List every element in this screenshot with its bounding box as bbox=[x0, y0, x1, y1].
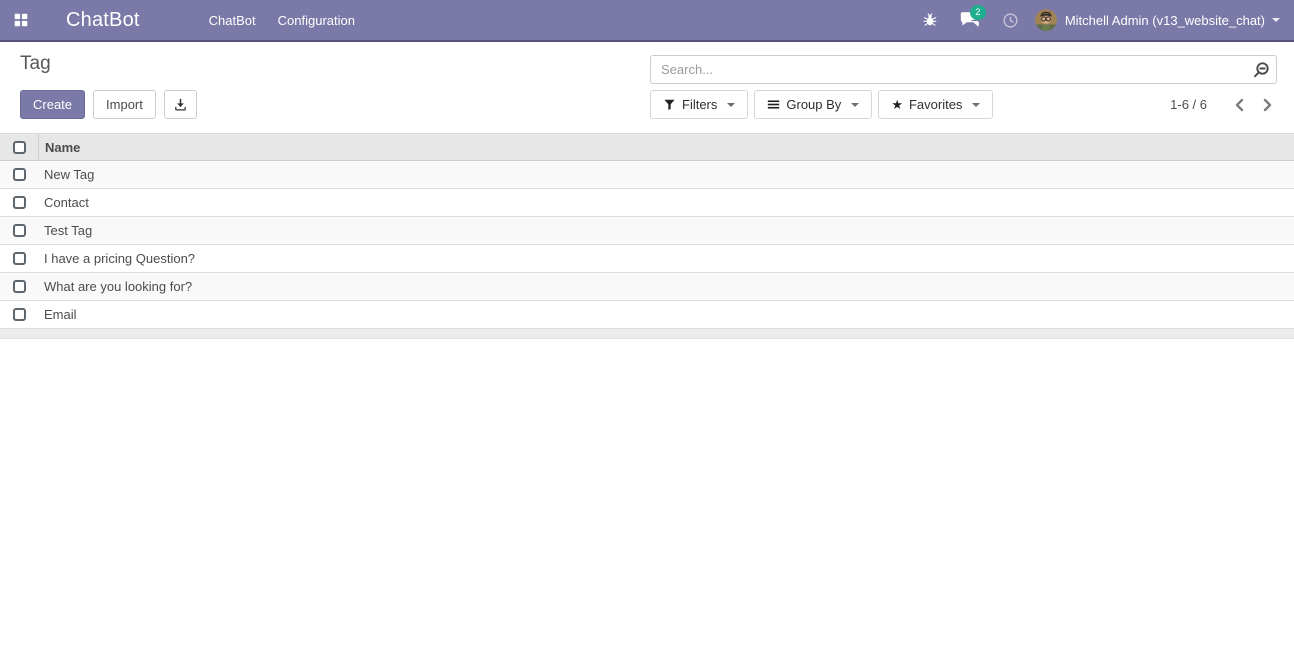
apps-menu-button[interactable] bbox=[4, 0, 38, 41]
search-input[interactable] bbox=[651, 56, 1246, 83]
tag-name: New Tag bbox=[44, 167, 94, 182]
row-checkbox[interactable] bbox=[13, 168, 26, 181]
menu-chatbot-label: ChatBot bbox=[209, 13, 256, 28]
row-checkbox[interactable] bbox=[13, 308, 26, 321]
list-header-row: Name bbox=[0, 133, 1294, 161]
activities-menu-button[interactable] bbox=[992, 0, 1029, 41]
group-by-label: Group By bbox=[786, 97, 841, 112]
top-menu-bar: ChatBot Configuration bbox=[198, 0, 366, 41]
search-submit-button[interactable] bbox=[1246, 56, 1276, 83]
chevron-down-icon bbox=[972, 103, 980, 107]
tag-name: Test Tag bbox=[44, 223, 92, 238]
row-checkbox[interactable] bbox=[13, 280, 26, 293]
tag-name: Contact bbox=[44, 195, 89, 210]
table-row[interactable]: Test Tag bbox=[0, 217, 1294, 245]
export-button[interactable] bbox=[164, 90, 197, 119]
table-row[interactable]: Email bbox=[0, 301, 1294, 329]
filters-dropdown-button[interactable]: Filters bbox=[650, 90, 748, 119]
apps-grid-icon bbox=[12, 11, 30, 29]
tag-name: I have a pricing Question? bbox=[44, 251, 195, 266]
row-checkbox-cell bbox=[0, 217, 38, 244]
create-button[interactable]: Create bbox=[20, 90, 85, 119]
row-checkbox-cell bbox=[0, 189, 38, 216]
row-checkbox[interactable] bbox=[13, 224, 26, 237]
list-body: New Tag Contact Test Tag I have a pricin… bbox=[0, 161, 1294, 329]
row-checkbox[interactable] bbox=[13, 252, 26, 265]
select-all-cell bbox=[0, 134, 38, 160]
messages-menu-button[interactable]: 2 bbox=[948, 0, 992, 41]
pager: 1-6 / 6 bbox=[1170, 90, 1278, 119]
systray: 2 bbox=[912, 0, 1294, 41]
download-icon bbox=[173, 97, 188, 112]
user-menu-button[interactable]: Mitchell Admin (v13_website_chat) bbox=[1029, 0, 1294, 41]
import-button[interactable]: Import bbox=[93, 90, 156, 119]
filter-icon bbox=[663, 98, 676, 111]
select-all-checkbox[interactable] bbox=[13, 141, 26, 154]
table-row[interactable]: New Tag bbox=[0, 161, 1294, 189]
page-title: Tag bbox=[20, 53, 51, 75]
tag-list-view: Name New Tag Contact Test Tag I have a p… bbox=[0, 133, 1294, 339]
chevron-down-icon bbox=[851, 103, 859, 107]
table-row[interactable]: What are you looking for? bbox=[0, 273, 1294, 301]
search-bar bbox=[650, 55, 1277, 84]
search-filter-buttons: Filters Group By ★ Favorites bbox=[650, 90, 993, 119]
messages-count-badge: 2 bbox=[970, 5, 986, 20]
row-checkbox-cell bbox=[0, 301, 38, 328]
menu-configuration-label: Configuration bbox=[278, 13, 355, 28]
table-row[interactable]: Contact bbox=[0, 189, 1294, 217]
chevron-right-icon bbox=[1263, 98, 1273, 112]
filters-label: Filters bbox=[682, 97, 717, 112]
pager-next-button[interactable] bbox=[1258, 90, 1278, 119]
row-checkbox[interactable] bbox=[13, 196, 26, 209]
row-checkbox-cell bbox=[0, 273, 38, 300]
name-column-header[interactable]: Name bbox=[38, 134, 1294, 160]
list-icon bbox=[767, 98, 780, 111]
debug-menu-button[interactable] bbox=[912, 0, 948, 41]
user-name-label: Mitchell Admin (v13_website_chat) bbox=[1065, 13, 1265, 28]
bug-icon bbox=[922, 12, 938, 28]
table-row[interactable]: I have a pricing Question? bbox=[0, 245, 1294, 273]
chevron-down-icon bbox=[727, 103, 735, 107]
menu-chatbot[interactable]: ChatBot bbox=[198, 0, 267, 41]
odoo-app-window: ChatBot ChatBot Configuration bbox=[0, 0, 1294, 654]
chevron-down-icon bbox=[1272, 18, 1280, 22]
action-buttons: Create Import bbox=[20, 90, 197, 119]
row-checkbox-cell bbox=[0, 161, 38, 188]
star-icon: ★ bbox=[891, 98, 903, 111]
menu-configuration[interactable]: Configuration bbox=[267, 0, 366, 41]
row-checkbox-cell bbox=[0, 245, 38, 272]
pager-previous-button[interactable] bbox=[1229, 90, 1249, 119]
control-panel: Tag Create Import bbox=[0, 42, 1294, 133]
app-brand-title[interactable]: ChatBot bbox=[66, 9, 140, 32]
tag-name: Email bbox=[44, 307, 77, 322]
pager-range-label: 1-6 / 6 bbox=[1170, 97, 1207, 112]
list-footer-strip bbox=[0, 329, 1294, 339]
activities-clock-icon bbox=[1002, 12, 1019, 29]
group-by-dropdown-button[interactable]: Group By bbox=[754, 90, 872, 119]
user-avatar bbox=[1035, 9, 1057, 31]
name-column-label: Name bbox=[45, 140, 80, 155]
chevron-left-icon bbox=[1234, 98, 1244, 112]
favorites-dropdown-button[interactable]: ★ Favorites bbox=[878, 90, 993, 119]
search-icon bbox=[1252, 61, 1270, 79]
top-navbar: ChatBot ChatBot Configuration bbox=[0, 0, 1294, 42]
favorites-label: Favorites bbox=[909, 97, 962, 112]
tag-name: What are you looking for? bbox=[44, 279, 192, 294]
